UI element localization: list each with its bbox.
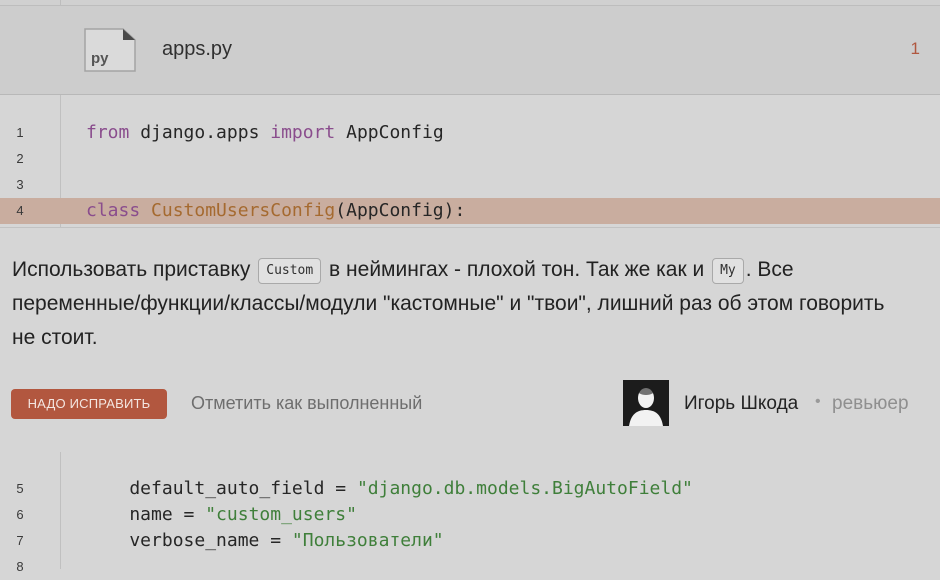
person-silhouette-icon (623, 380, 669, 426)
line-number[interactable]: 7 (0, 528, 40, 554)
line-number[interactable]: 1 (0, 120, 40, 146)
code-text: class CustomUsersConfig(AppConfig): (86, 198, 465, 224)
file-header[interactable]: py apps.py 1 (0, 6, 940, 95)
code-token: name = (86, 504, 206, 525)
code-block-bottom: 5 default_auto_field = "django.db.models… (0, 452, 940, 574)
code-line[interactable]: 5 default_auto_field = "django.db.models… (0, 476, 940, 502)
line-number[interactable]: 2 (0, 146, 40, 172)
code-token: class (86, 200, 141, 221)
line-number[interactable]: 5 (0, 476, 40, 502)
code-token: django.apps (129, 122, 271, 143)
code-line[interactable]: 6 name = "custom_users" (0, 502, 940, 528)
file-name[interactable]: apps.py (162, 38, 232, 61)
needs-fix-button[interactable]: НАДО ИСПРАВИТЬ (11, 389, 167, 419)
code-token: (AppConfig): (335, 200, 466, 221)
inline-code: Custom (258, 258, 322, 284)
code-line[interactable]: 2 (0, 146, 940, 172)
code-line[interactable]: 3 (0, 172, 940, 198)
line-number[interactable]: 4 (0, 198, 40, 224)
separator-dot: • (815, 393, 821, 410)
code-block-top: 1 from django.apps import AppConfig 2 3 4 cla… (0, 95, 940, 227)
code-token: CustomUsersConfig (151, 200, 336, 221)
file-icon-label: py (91, 50, 109, 67)
code-token: "django.db.models.BigAutoField" (356, 478, 693, 499)
code-line[interactable]: 8 (0, 554, 940, 580)
comment-text-part: в неймингах - плохой тон. Так же как и (323, 258, 711, 281)
reviewer-name[interactable]: Игорь Шкода (684, 393, 798, 415)
code-line[interactable]: 1 from django.apps import AppConfig (0, 120, 940, 146)
code-token: verbose_name = (86, 530, 292, 551)
review-comment: Использовать приставку Custom в нейминга… (0, 227, 940, 453)
line-number[interactable]: 6 (0, 502, 40, 528)
code-text: from django.apps import AppConfig (86, 120, 444, 146)
mark-as-done-button[interactable]: Отметить как выполненный (191, 393, 422, 414)
reviewer-role: ревьюер (832, 393, 909, 414)
comment-text: Использовать приставку Custom в нейминга… (12, 253, 912, 355)
code-text: name = "custom_users" (86, 502, 357, 528)
code-token: default_auto_field = (86, 478, 357, 499)
code-line[interactable]: 4 class CustomUsersConfig(AppConfig): (0, 198, 940, 224)
code-token: AppConfig (335, 122, 444, 143)
python-file-icon: py (84, 28, 136, 72)
code-token: import (270, 122, 336, 143)
code-token: "custom_users" (205, 504, 357, 525)
comment-text-part: Использовать приставку (12, 258, 257, 281)
code-token: "Пользователи" (291, 530, 444, 551)
code-text: default_auto_field = "django.db.models.B… (86, 476, 693, 502)
comment-count-badge: 1 (910, 39, 920, 58)
gutter-divider (60, 0, 61, 5)
line-number[interactable]: 3 (0, 172, 40, 198)
code-token: from (86, 122, 130, 143)
code-text: verbose_name = "Пользователи" (86, 528, 444, 554)
line-number[interactable]: 8 (0, 554, 40, 580)
inline-code: My (712, 258, 744, 284)
reviewer-avatar[interactable] (623, 380, 669, 426)
code-line[interactable]: 7 verbose_name = "Пользователи" (0, 528, 940, 554)
